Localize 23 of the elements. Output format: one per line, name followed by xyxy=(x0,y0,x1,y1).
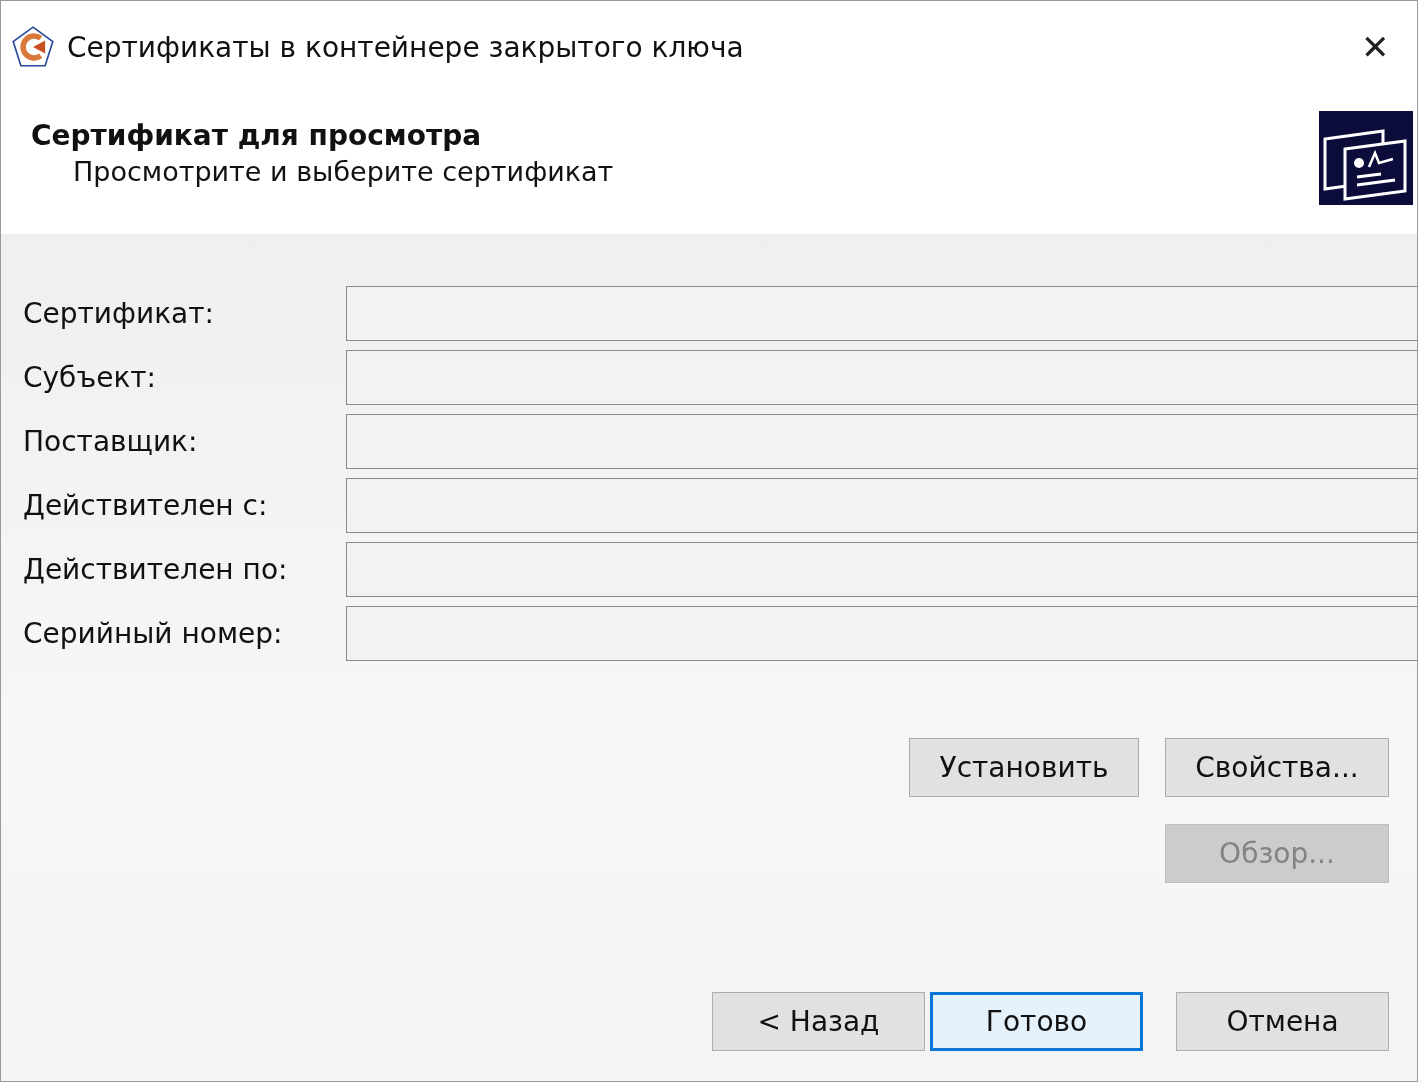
input-field[interactable] xyxy=(346,414,1417,469)
field-label: Действителен по: xyxy=(23,553,289,586)
input-field[interactable] xyxy=(346,606,1417,661)
field-label: Субъект: xyxy=(23,361,158,394)
wizard-button[interactable]: Готово xyxy=(930,992,1143,1051)
field-label: Серийный номер: xyxy=(23,617,284,650)
window-title: Сертификаты в контейнере закрытого ключа xyxy=(67,30,745,64)
page-heading: Сертификат для просмотра xyxy=(31,119,483,152)
certificates-icon xyxy=(1319,111,1413,205)
action-button[interactable]: Свойства... xyxy=(1165,738,1389,797)
wizard-button[interactable]: < Назад xyxy=(712,992,925,1051)
input-field[interactable] xyxy=(346,286,1417,341)
wizard-button[interactable]: Отмена xyxy=(1176,992,1389,1051)
field-label: Действителен с: xyxy=(23,489,269,522)
close-button[interactable]: ✕ xyxy=(1355,27,1395,67)
field-label: Сертификат: xyxy=(23,297,215,330)
page-subheading: Просмотрите и выберите сертификат xyxy=(72,156,614,187)
action-button[interactable]: Установить xyxy=(909,738,1139,797)
input-field[interactable] xyxy=(346,478,1417,533)
field-label: Поставщик: xyxy=(23,425,199,458)
app-logo-icon xyxy=(11,25,55,69)
input-field[interactable] xyxy=(346,542,1417,597)
input-field[interactable] xyxy=(346,350,1417,405)
